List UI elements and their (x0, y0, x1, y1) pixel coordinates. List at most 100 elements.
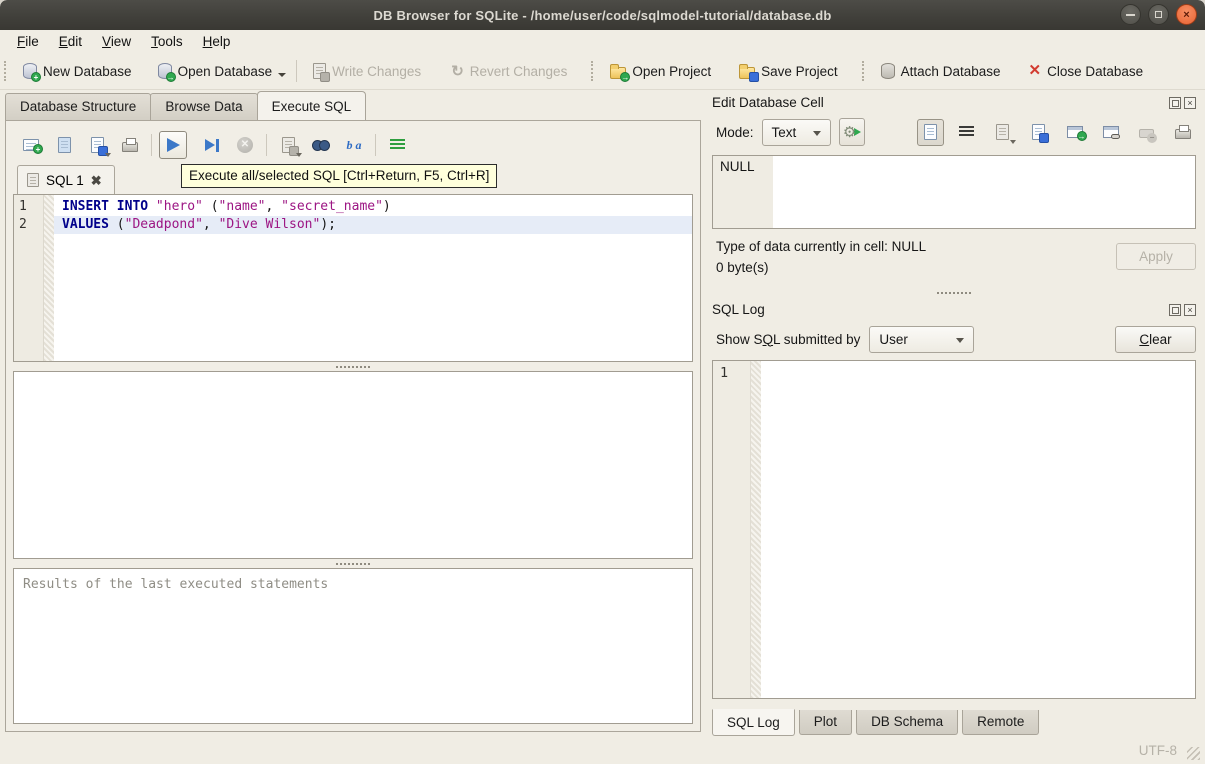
import-data-button (989, 119, 1016, 146)
apply-button: Apply (1116, 243, 1196, 270)
set-null-button (1133, 119, 1160, 146)
close-button[interactable]: × (1176, 4, 1197, 25)
attach-database-button[interactable]: Attach Database (873, 59, 1009, 83)
open-database-dropdown[interactable] (278, 73, 286, 77)
encoding-indicator[interactable]: UTF-8 (1139, 743, 1177, 758)
replace-button[interactable]: b a (340, 131, 368, 159)
results-grid[interactable] (13, 371, 693, 559)
sql-log-dock-header: SQL Log × (712, 299, 1196, 320)
tab-browse-data[interactable]: Browse Data (150, 93, 257, 120)
window-controls: × (1120, 4, 1197, 25)
replace-icon: b a (347, 138, 362, 152)
text-mode-button[interactable] (917, 119, 944, 146)
revert-changes-icon: ↻ (451, 62, 464, 80)
dock-close-icon[interactable]: × (1184, 97, 1196, 109)
dock-float-icon[interactable] (1169, 304, 1181, 316)
print-icon (1175, 129, 1191, 139)
titlebar[interactable]: DB Browser for SQLite - /home/user/code/… (0, 0, 1205, 30)
maximize-icon (1155, 11, 1162, 18)
sql-tab-close-icon[interactable]: ✖ (91, 174, 102, 187)
splitter[interactable] (13, 362, 693, 371)
sql-tab-bar: SQL 1 ✖ Execute all/selected SQL [Ctrl+R… (13, 163, 693, 194)
tab-database-structure[interactable]: Database Structure (5, 93, 151, 120)
sql-log-pane[interactable]: 1 (712, 360, 1196, 699)
format-sql-icon (390, 139, 405, 151)
edit-cell-dock-title: Edit Database Cell (712, 95, 1169, 110)
splitter[interactable] (13, 559, 693, 568)
resize-grip[interactable] (1187, 747, 1200, 760)
copy-link-button[interactable] (1097, 119, 1124, 146)
minimize-button[interactable] (1120, 4, 1141, 25)
code-area[interactable]: INSERT INTO "hero" ("name", "secret_name… (54, 195, 692, 361)
dock-tab-bar: SQL Log Plot DB Schema Remote (712, 710, 1196, 737)
export-icon (1032, 124, 1045, 140)
new-database-button[interactable]: + New Database (15, 59, 140, 83)
save-results-icon (282, 137, 295, 153)
format-sql-button[interactable] (383, 131, 411, 159)
open-database-button[interactable]: → Open Database (150, 59, 281, 83)
new-sql-tab-button[interactable]: + (17, 131, 45, 159)
print-sql-button[interactable] (116, 131, 144, 159)
tab-execute-sql[interactable]: Execute SQL (257, 91, 367, 120)
toolbar-separator (296, 60, 297, 82)
splitter[interactable] (712, 287, 1196, 299)
open-external-button[interactable]: → (1061, 119, 1088, 146)
mode-select[interactable]: Text (762, 119, 832, 146)
save-project-button[interactable]: Save Project (731, 60, 846, 83)
new-database-icon: + (23, 63, 37, 79)
menu-view[interactable]: View (93, 32, 140, 51)
open-database-icon: → (158, 63, 172, 79)
write-changes-button: Write Changes (305, 59, 429, 83)
save-sql-dropdown[interactable] (105, 153, 111, 157)
auto-apply-button[interactable]: ⚙ (839, 118, 865, 146)
execute-all-button[interactable] (159, 131, 187, 159)
menu-tools[interactable]: Tools (142, 32, 192, 51)
filter-label: Show SQL submitted by (716, 332, 860, 347)
sql-editor-toolbar: + ✕ b a (13, 127, 693, 163)
sql-editor[interactable]: 1 2 INSERT INTO "hero" ("name", "secret_… (13, 194, 693, 362)
tab-db-schema[interactable]: DB Schema (856, 710, 958, 735)
toolbar-drag-handle[interactable] (862, 61, 867, 81)
save-project-icon (739, 67, 755, 79)
clear-log-button[interactable]: Clear (1115, 326, 1196, 353)
dock-float-icon[interactable] (1169, 97, 1181, 109)
maximize-button[interactable] (1148, 4, 1169, 25)
log-content (761, 361, 1195, 698)
tab-plot[interactable]: Plot (799, 710, 852, 735)
open-sql-file-button[interactable] (50, 131, 78, 159)
results-message-pane[interactable]: Results of the last executed statements (13, 568, 693, 724)
menu-help[interactable]: Help (194, 32, 240, 51)
print-cell-button[interactable] (1169, 119, 1196, 146)
tab-sql-log[interactable]: SQL Log (712, 709, 795, 736)
write-changes-icon (313, 63, 326, 79)
toolbar-separator (151, 134, 152, 156)
toolbar-drag-handle[interactable] (591, 61, 596, 81)
word-wrap-button[interactable] (953, 119, 980, 146)
main-area: Database Structure Browse Data Execute S… (0, 90, 1205, 737)
fold-margin (44, 195, 54, 361)
close-database-button[interactable]: ✕ Close Database (1021, 60, 1152, 83)
submitter-select[interactable]: User (869, 326, 974, 353)
dock-close-icon[interactable]: × (1184, 304, 1196, 316)
cell-edit-area[interactable] (773, 156, 1195, 228)
tab-remote[interactable]: Remote (962, 710, 1039, 735)
main-tab-bar: Database Structure Browse Data Execute S… (0, 90, 704, 120)
save-sql-file-button[interactable] (83, 131, 111, 159)
cell-editor-box[interactable]: NULL (712, 155, 1196, 229)
link-icon (1103, 126, 1119, 138)
export-data-button[interactable] (1025, 119, 1052, 146)
menu-file[interactable]: File (8, 32, 48, 51)
toolbar-drag-handle[interactable] (4, 61, 9, 81)
open-project-button[interactable]: → Open Project (602, 60, 719, 83)
code-line-2: VALUES ("Deadpond", "Dive Wilson"); (54, 216, 692, 234)
line-number-gutter: 1 2 (14, 195, 44, 361)
save-results-button (274, 131, 302, 159)
word-wrap-icon (959, 126, 974, 138)
gear-icon: ⚙ (843, 123, 856, 141)
external-window-icon: → (1067, 126, 1083, 138)
execute-line-button[interactable] (198, 131, 226, 159)
sql-1-tab[interactable]: SQL 1 ✖ (17, 165, 115, 194)
menu-edit[interactable]: Edit (50, 32, 91, 51)
find-button[interactable] (307, 131, 335, 159)
new-sql-tab-icon: + (23, 139, 39, 151)
